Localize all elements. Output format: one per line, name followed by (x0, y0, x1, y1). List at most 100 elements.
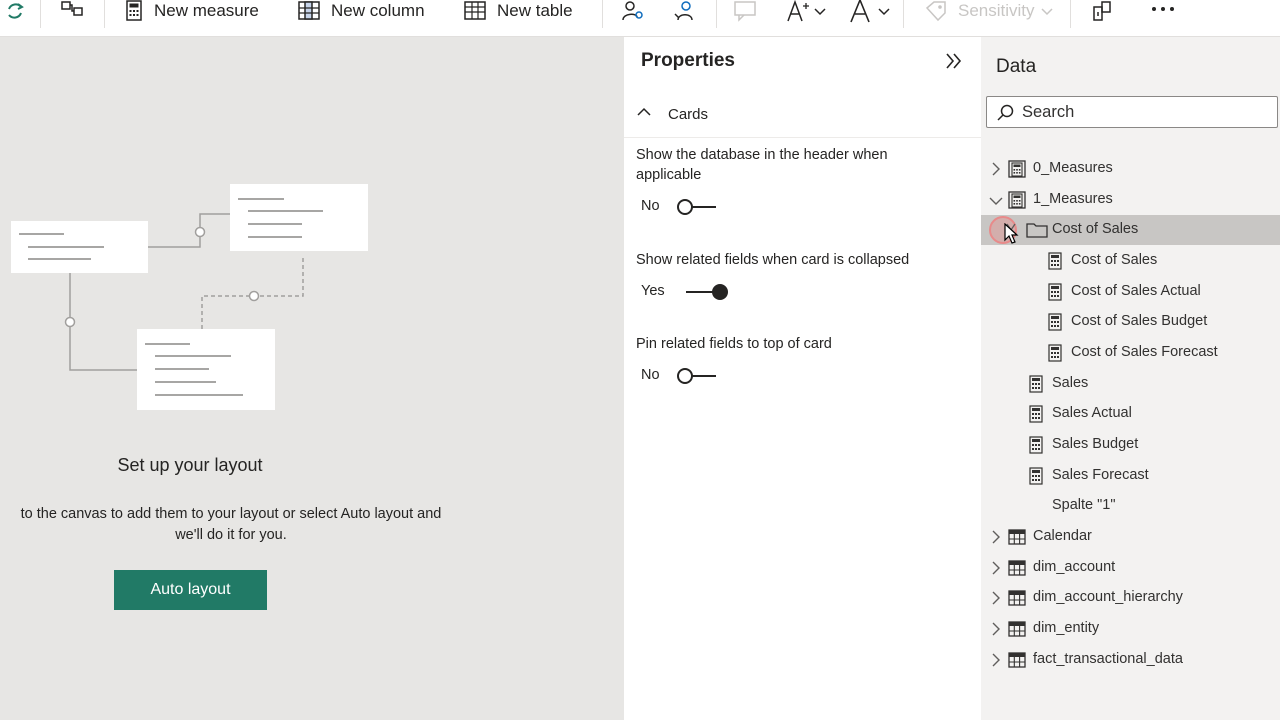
chevron-right-icon[interactable] (991, 162, 1001, 181)
tree-item-1-measures[interactable]: 1_Measures (981, 185, 1280, 215)
cards-section-header[interactable]: Cards (624, 95, 981, 138)
manage-relationships-button[interactable] (60, 0, 86, 22)
tree-item-label: 0_Measures (1033, 160, 1113, 176)
tree-item-label: Sales Actual (1052, 405, 1132, 421)
tree-item-label: Calendar (1033, 528, 1092, 544)
folder-icon (1026, 222, 1048, 243)
comment-button[interactable] (733, 0, 759, 22)
setup-layout-description: to the canvas to add them to your layout… (0, 504, 462, 546)
chevron-down-icon (814, 6, 826, 16)
new-measure-button[interactable]: New measure (124, 0, 259, 22)
tree-measure-cost-of-sales-budget[interactable]: Cost of Sales Budget (981, 307, 1280, 337)
measure-icon (1047, 313, 1063, 336)
chevron-right-icon[interactable] (991, 561, 1001, 580)
chevron-right-icon[interactable] (991, 622, 1001, 641)
font-size-icon (786, 0, 810, 22)
double-chevron-right-icon (946, 53, 962, 69)
layout-illustration (11, 184, 368, 410)
more-options-button[interactable] (1150, 0, 1176, 22)
increase-font-button[interactable] (786, 0, 826, 22)
tree-item-label: dim_entity (1033, 620, 1100, 636)
tree-column-spalte-1[interactable]: Spalte "1" (981, 491, 1280, 521)
tree-table-dim-account[interactable]: dim_account (981, 553, 1280, 583)
table-icon (1008, 559, 1026, 582)
column-icon (297, 0, 321, 22)
tree-item-label: fact_transactional_data (1033, 651, 1183, 667)
tree-table-calendar[interactable]: Calendar (981, 522, 1280, 552)
tree-item-label: Sales Forecast (1052, 467, 1149, 483)
tree-item-label: 1_Measures (1033, 191, 1113, 207)
chevron-right-icon[interactable] (991, 530, 1001, 549)
tree-item-label: dim_account (1033, 559, 1116, 575)
tree-measure-cost-of-sales[interactable]: Cost of Sales (981, 246, 1280, 276)
tree-measure-sales-forecast[interactable]: Sales Forecast (981, 461, 1280, 491)
collapse-pane-button[interactable] (942, 49, 966, 73)
measure-icon (1047, 344, 1063, 367)
tree-item-label: Cost of Sales Actual (1071, 283, 1201, 299)
manage-roles-button[interactable] (672, 0, 698, 22)
font-icon (848, 0, 872, 23)
tree-item-label: Cost of Sales (1052, 221, 1139, 237)
new-column-button[interactable]: New column (297, 0, 425, 22)
measure-icon (1047, 283, 1063, 306)
tree-folder-cost-of-sales[interactable]: Cost of Sales (981, 215, 1280, 245)
show-database-option-label: Show the database in the header when app… (636, 147, 888, 183)
tree-item-0-measures[interactable]: 0_Measures (981, 154, 1280, 184)
table-icon (463, 0, 487, 22)
toolbar-divider (602, 0, 603, 28)
tree-table-dim-entity[interactable]: dim_entity (981, 614, 1280, 644)
chevron-right-icon[interactable] (991, 591, 1001, 610)
tree-table-dim-account-hierarchy[interactable]: dim_account_hierarchy (981, 583, 1280, 613)
chevron-down-icon[interactable] (989, 193, 1003, 211)
toolbar-divider (1070, 0, 1071, 28)
tree-measure-sales-actual[interactable]: Sales Actual (981, 399, 1280, 429)
toggle-state-text: No (641, 198, 660, 214)
tree-table-fact-transactional-data[interactable]: fact_transactional_data (981, 645, 1280, 675)
view-as-button[interactable] (621, 0, 647, 22)
measure-icon (1028, 467, 1044, 490)
properties-title: Properties (641, 50, 735, 71)
ellipsis-icon (1150, 0, 1176, 22)
tree-measure-sales[interactable]: Sales (981, 369, 1280, 399)
tree-measure-sales-budget[interactable]: Sales Budget (981, 430, 1280, 460)
pin-related-fields-toggle[interactable] (676, 366, 720, 386)
tree-item-label: Cost of Sales (1071, 252, 1158, 268)
show-related-fields-toggle[interactable] (684, 282, 728, 302)
table-icon (1008, 620, 1026, 643)
toolbar-divider (104, 0, 105, 28)
relationships-icon (60, 0, 86, 22)
show-database-toggle[interactable] (676, 197, 720, 217)
font-button[interactable] (848, 0, 890, 23)
auto-layout-button[interactable]: Auto layout (114, 570, 267, 610)
new-table-button[interactable]: New table (463, 0, 573, 22)
description-line: to the canvas to add them to your layout… (20, 506, 442, 522)
sensitivity-button[interactable]: Sensitivity (924, 0, 1053, 22)
share-button[interactable] (1090, 0, 1116, 22)
calculator-table-icon (1008, 160, 1026, 183)
properties-pane: Properties Cards Show the database in th… (624, 37, 982, 720)
toolbar-divider (903, 0, 904, 28)
toolbar-divider (716, 0, 717, 28)
calculator-icon (124, 0, 144, 22)
chevron-down-icon (1041, 6, 1053, 16)
tree-item-label: Sales Budget (1052, 436, 1139, 452)
table-icon (1008, 528, 1026, 551)
comment-icon (733, 0, 759, 22)
setup-layout-title: Set up your layout (117, 455, 263, 475)
tree-item-label: dim_account_hierarchy (1033, 589, 1183, 605)
new-column-label: New column (331, 1, 425, 20)
chevron-up-icon (636, 104, 652, 125)
refresh-button[interactable] (4, 0, 26, 22)
sensitivity-label: Sensitivity (958, 1, 1035, 20)
search-box[interactable] (986, 96, 1278, 128)
tree-measure-cost-of-sales-forecast[interactable]: Cost of Sales Forecast (981, 338, 1280, 368)
sensitivity-icon (924, 0, 948, 22)
measure-icon (1047, 252, 1063, 275)
model-canvas[interactable]: Set up your layout to the canvas to add … (0, 37, 624, 720)
tree-measure-cost-of-sales-actual[interactable]: Cost of Sales Actual (981, 277, 1280, 307)
calculator-table-icon (1008, 191, 1026, 214)
pin-related-fields-option-label: Pin related fields to top of card (636, 336, 832, 352)
search-input[interactable] (1022, 101, 1262, 123)
chevron-right-icon[interactable] (991, 653, 1001, 672)
measure-icon (1028, 436, 1044, 459)
